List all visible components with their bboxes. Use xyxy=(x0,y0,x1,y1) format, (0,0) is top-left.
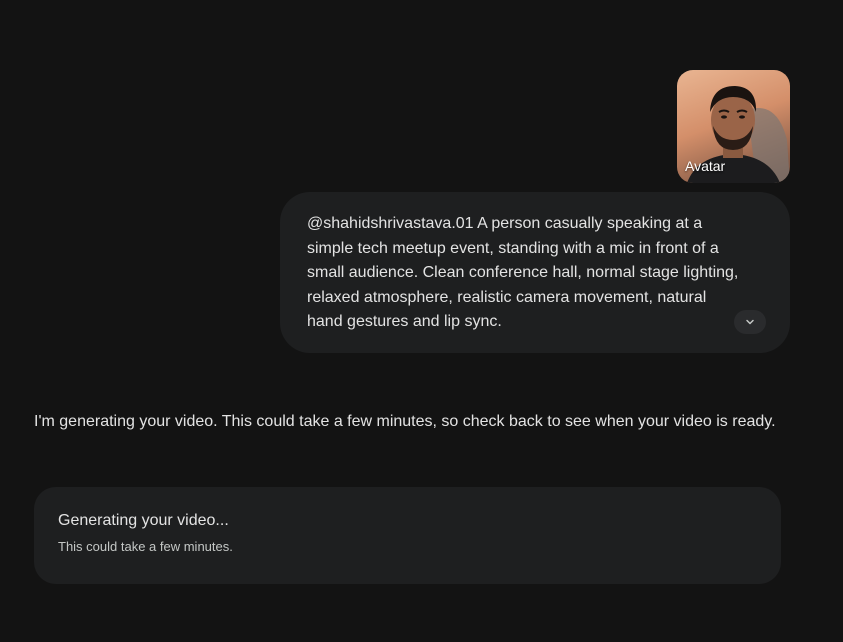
status-subtitle: This could take a few minutes. xyxy=(58,539,233,554)
assistant-response-text: I'm generating your video. This could ta… xyxy=(34,413,776,430)
status-title: Generating your video... xyxy=(58,512,229,529)
user-prompt-bubble: @shahidshrivastava.01 A person casually … xyxy=(280,192,790,353)
user-prompt-text: @shahidshrivastava.01 A person casually … xyxy=(307,215,739,330)
avatar-label: Avatar xyxy=(685,158,726,174)
expand-prompt-button[interactable] xyxy=(734,310,766,334)
chat-view: Avatar @shahidshrivastava.01 A person ca… xyxy=(0,0,843,642)
avatar-thumbnail[interactable]: Avatar xyxy=(677,70,790,183)
video-generation-status-card: Generating your video... This could take… xyxy=(34,487,781,584)
chevron-down-icon xyxy=(746,319,754,325)
